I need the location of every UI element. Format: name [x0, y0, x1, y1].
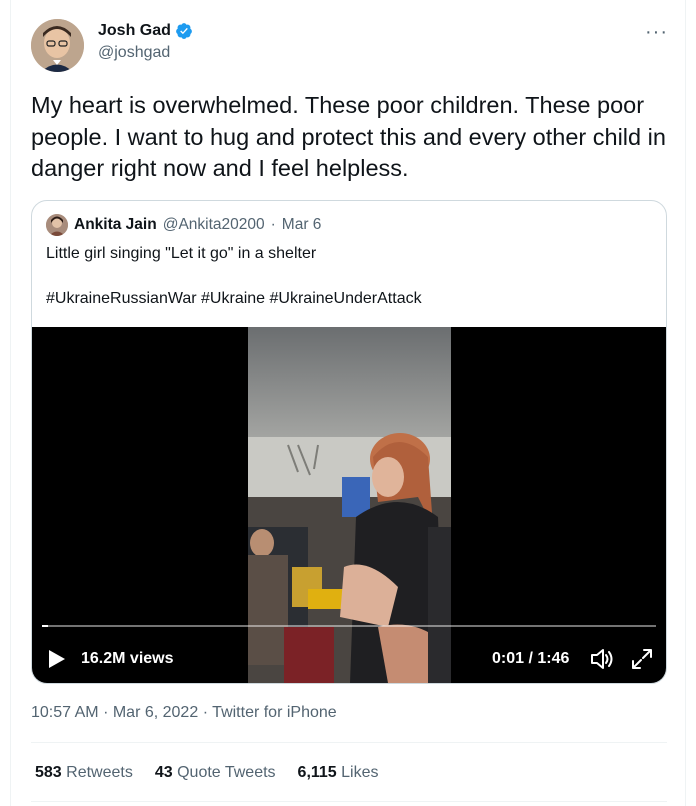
tweet-timestamp: 10:57 AM · Mar 6, 2022 · Twitter for iPh… [31, 704, 337, 722]
quoted-author-handle: @Ankita20200 [162, 216, 265, 233]
tweet-date[interactable]: Mar 6, 2022 [113, 704, 198, 721]
author-block: Josh Gad @joshgad [98, 22, 193, 62]
likes-label: Likes [341, 764, 379, 781]
meta-dot: · [202, 704, 209, 721]
retweets-count: 583 [35, 764, 62, 781]
retweets-label: Retweets [66, 764, 133, 781]
quoted-hashtags: #UkraineRussianWar #Ukraine #UkraineUnde… [46, 288, 646, 310]
video-time: 0:01 / 1:46 [492, 650, 570, 667]
play-icon[interactable] [48, 649, 66, 669]
video-frame [248, 327, 451, 683]
quoted-author-avatar[interactable] [46, 214, 68, 236]
video-progress-fill [42, 625, 49, 627]
quotes-label: Quote Tweets [177, 764, 276, 781]
tweet-source[interactable]: Twitter for iPhone [212, 704, 337, 721]
video-views: 16.2M views [81, 650, 174, 667]
likes-stat[interactable]: 6,115 Likes [298, 764, 379, 782]
meta-dot: · [103, 704, 109, 721]
quoted-tweet[interactable]: Ankita Jain @Ankita20200 · Mar 6 Little … [31, 200, 667, 684]
divider [31, 742, 667, 743]
author-name[interactable]: Josh Gad [98, 22, 171, 40]
hashtag-link[interactable]: #UkraineRussianWar [46, 290, 197, 307]
likes-count: 6,115 [297, 764, 337, 781]
quoted-tweet-header: Ankita Jain @Ankita20200 · Mar 6 [46, 214, 321, 236]
quote-tweets-stat[interactable]: 43 Quote Tweets [155, 764, 276, 782]
tweet-stats: 583 Retweets 43 Quote Tweets 6,115 Likes [35, 764, 379, 782]
hashtag-link[interactable]: #Ukraine [201, 290, 265, 307]
video-progress-bar[interactable] [42, 625, 656, 627]
tweet-text: My heart is overwhelmed. These poor chil… [31, 92, 666, 181]
verified-badge-icon [175, 22, 193, 40]
volume-icon[interactable] [589, 646, 615, 672]
quoted-date: Mar 6 [281, 216, 322, 233]
hashtag-link[interactable]: #UkraineUnderAttack [270, 290, 422, 307]
more-options-icon[interactable]: ··· [645, 22, 668, 42]
fullscreen-icon[interactable] [629, 646, 655, 672]
tweet-time[interactable]: 10:57 AM [31, 704, 99, 721]
divider [31, 801, 667, 802]
quoted-tweet-text: Little girl singing "Let it go" in a she… [46, 243, 646, 310]
retweets-stat[interactable]: 583 Retweets [35, 764, 133, 782]
quoted-author-name: Ankita Jain [74, 216, 157, 233]
author-handle[interactable]: @joshgad [98, 44, 193, 62]
quoted-separator: · [270, 216, 276, 233]
author-avatar[interactable] [31, 19, 84, 72]
quotes-count: 43 [154, 764, 173, 781]
quoted-text-line: Little girl singing "Let it go" in a she… [46, 245, 317, 262]
tweet-detail: Josh Gad @joshgad ··· My heart is overwh… [10, 0, 686, 806]
video-player[interactable]: 16.2M views 0:01 / 1:46 [32, 327, 666, 683]
